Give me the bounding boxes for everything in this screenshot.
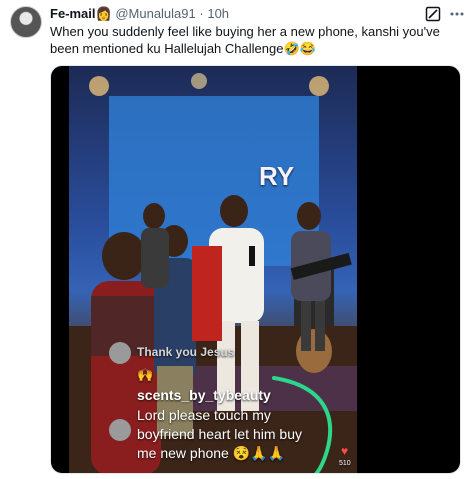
author-emoji: 👩	[95, 6, 112, 21]
tweet-text: When you suddenly feel like buying her a…	[50, 24, 440, 56]
tweet-media[interactable]: RY Thank you Jesus 🙌 scents_by_tybeauty …	[50, 65, 461, 474]
commenter-name: scents_by_tybeauty	[137, 387, 271, 403]
grok-icon[interactable]	[425, 6, 441, 22]
comment-line-3: me new phone 😵🙏🙏	[137, 445, 286, 461]
heart-icon[interactable]: ♥	[341, 444, 348, 458]
author-name[interactable]: Fe-mail	[50, 6, 96, 21]
comment-emoji-1: 🙌	[137, 367, 154, 382]
more-options-icon[interactable]	[450, 12, 464, 16]
comment-line-1: Lord please touch my	[137, 407, 271, 423]
video-frame[interactable]: RY Thank you Jesus 🙌 scents_by_tybeauty …	[69, 66, 357, 473]
tweet-header: Fe-mail👩 @Munalula91 · 10h	[50, 6, 229, 22]
author-handle[interactable]: @Munalula91	[115, 6, 195, 21]
comment-avatar-1	[109, 342, 131, 364]
comment-avatar-2	[109, 419, 131, 441]
screen-text: RY	[259, 161, 295, 191]
separator: ·	[199, 6, 204, 21]
like-count: 510	[339, 460, 351, 467]
comment-text-1: Thank you Jesus	[137, 345, 235, 359]
comment-line-2: boyfriend heart let him buy	[137, 426, 302, 442]
author-avatar[interactable]	[10, 6, 42, 38]
tweet-time[interactable]: 10h	[207, 6, 229, 21]
